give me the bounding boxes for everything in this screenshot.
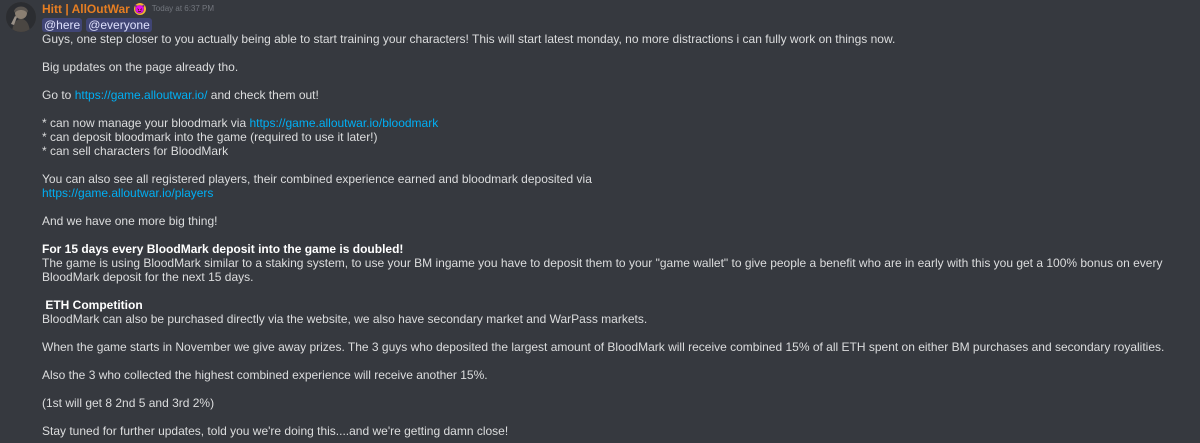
line-text: * can now manage your bloodmark via bbox=[42, 116, 250, 130]
user-avatar[interactable] bbox=[6, 2, 36, 32]
chat-message: Hitt | AllOutWar 😈 Today at 6:37 PM @her… bbox=[0, 0, 1200, 443]
game-link[interactable]: https://game.alloutwar.io/ bbox=[75, 88, 208, 102]
devil-emoji-icon: 😈 bbox=[133, 3, 146, 15]
mention-row: @here @everyone bbox=[42, 18, 1192, 32]
message-line: The game is using BloodMark similar to a… bbox=[42, 256, 1166, 284]
line-text: and check them out! bbox=[207, 88, 319, 102]
mention-here[interactable]: @here bbox=[42, 18, 83, 32]
message-line: And we have one more big thing! bbox=[42, 214, 218, 228]
message-line: Go to https://game.alloutwar.io/ and che… bbox=[42, 88, 1192, 102]
message-line: BloodMark can also be purchased directly… bbox=[42, 312, 648, 326]
message-line: (1st will get 8 2nd 5 and 3rd 2%) bbox=[42, 396, 215, 410]
author-name[interactable]: Hitt | AllOutWar bbox=[42, 2, 130, 16]
message-line: Stay tuned for further updates, told you… bbox=[42, 424, 509, 438]
message-line: * can deposit bloodmark into the game (r… bbox=[42, 130, 378, 144]
message-line: Also the 3 who collected the highest com… bbox=[42, 368, 488, 382]
avatar-icon bbox=[6, 2, 36, 32]
bold-heading: For 15 days every BloodMark deposit into… bbox=[42, 242, 404, 256]
bloodmark-link[interactable]: https://game.alloutwar.io/bloodmark bbox=[249, 116, 438, 130]
message-line: Big updates on the page already tho. bbox=[42, 60, 239, 74]
message-line: You can also see all registered players,… bbox=[42, 172, 592, 186]
players-link[interactable]: https://game.alloutwar.io/players bbox=[42, 186, 213, 200]
message-timestamp: Today at 6:37 PM bbox=[151, 4, 215, 13]
message-content: Guys, one step closer to you actually be… bbox=[42, 32, 1192, 438]
message-line: When the game starts in November we give… bbox=[42, 340, 1165, 354]
message-line: * can sell characters for BloodMark bbox=[42, 144, 229, 158]
bold-heading: ETH Competition bbox=[42, 298, 143, 312]
line-text: Go to bbox=[42, 88, 75, 102]
message-line: * can now manage your bloodmark via http… bbox=[42, 116, 1192, 130]
mention-everyone[interactable]: @everyone bbox=[86, 18, 152, 32]
message-line: Guys, one step closer to you actually be… bbox=[42, 32, 896, 46]
message-header: Hitt | AllOutWar 😈 Today at 6:37 PM bbox=[42, 0, 1192, 16]
message-line: https://game.alloutwar.io/players bbox=[42, 186, 1192, 200]
